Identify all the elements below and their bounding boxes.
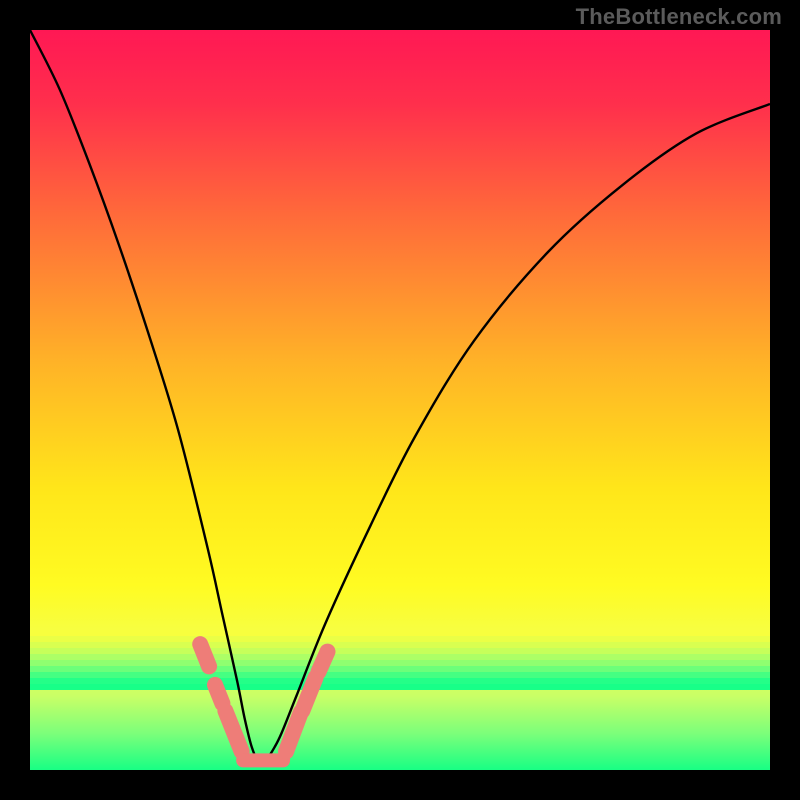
marker-segment xyxy=(200,644,209,666)
chart-frame: TheBottleneck.com xyxy=(0,0,800,800)
marker-segment xyxy=(319,652,328,672)
gradient-band-strip xyxy=(30,630,770,690)
bottleneck-chart xyxy=(30,30,770,770)
marker-segment xyxy=(215,685,222,704)
watermark-text: TheBottleneck.com xyxy=(576,4,782,30)
